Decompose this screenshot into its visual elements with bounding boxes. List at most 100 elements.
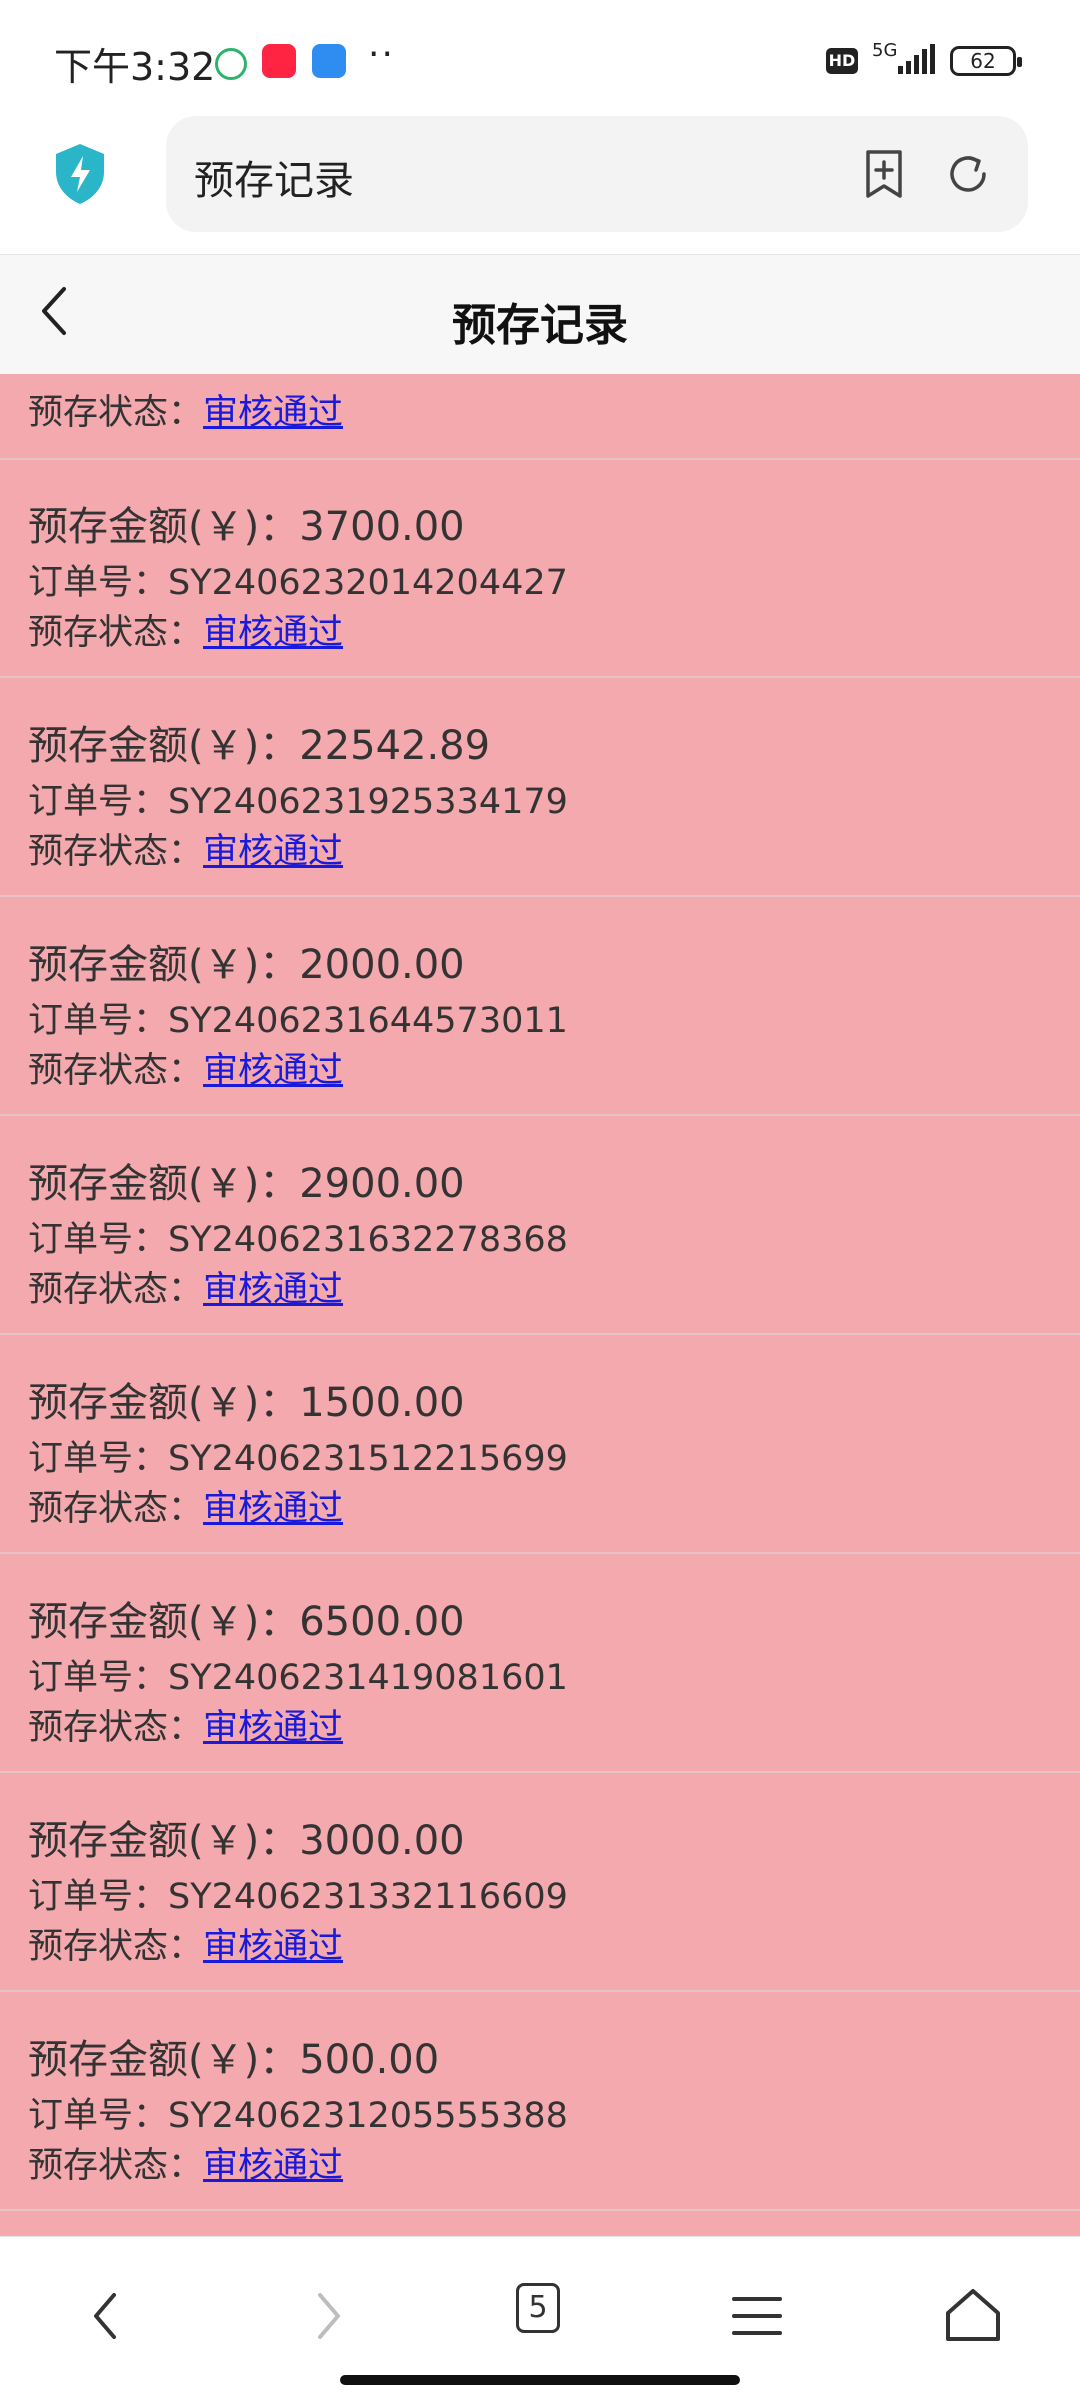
amount-value: 2000.00 [299, 942, 465, 988]
order-label: 订单号： [28, 1658, 169, 1698]
status-link[interactable]: 审核通过 [203, 1927, 343, 1967]
status-row: 预存状态：审核通过 [28, 1042, 343, 1093]
status-row: 预存状态：审核通过 [28, 823, 343, 874]
list-item: 预存金额(￥)：6500.00 订单号：SY2406231419081601 预存状… [0, 1555, 1080, 1773]
bookmark-add-icon[interactable] [858, 148, 910, 200]
tabs-button[interactable]: 5 [516, 2283, 560, 2333]
status-label: 预存状态： [28, 2146, 204, 2186]
signal-icon [898, 44, 935, 74]
order-label: 订单号： [28, 1220, 169, 1260]
status-link[interactable]: 审核通过 [203, 1708, 343, 1748]
list-item: 预存状态：审核通过 [0, 374, 1080, 460]
amount-value: 6500.00 [299, 1599, 465, 1645]
order-row: 订单号：SY2406231205555388 [28, 2087, 568, 2138]
nfc-icon [312, 44, 346, 78]
order-number: SY2406231632278368 [168, 1220, 568, 1260]
amount-row: 预存金额(￥)：22542.89 [28, 713, 490, 771]
order-row: 订单号：SY2406231632278368 [28, 1211, 568, 1262]
amount-label: 预存金额(￥)： [28, 1161, 300, 1207]
status-row: 预存状态：审核通过 [28, 2137, 343, 2188]
order-label: 订单号： [28, 1439, 169, 1479]
status-label: 预存状态： [28, 832, 204, 872]
order-number: SY2406231205555388 [168, 2096, 568, 2136]
back-icon[interactable] [72, 2281, 142, 2351]
address-text[interactable]: 预存记录 [194, 148, 354, 206]
menu-icon[interactable] [722, 2281, 792, 2351]
status-label: 预存状态： [28, 1051, 204, 1091]
status-link[interactable]: 审核通过 [203, 832, 343, 872]
status-label: 预存状态： [28, 1489, 204, 1529]
amount-value: 1500.00 [299, 1380, 465, 1426]
amount-label: 预存金额(￥)： [28, 942, 300, 988]
status-bar: 下午3:32 ·· HD 5G 62 [0, 0, 1080, 110]
browser-bottom-nav: 5 [0, 2236, 1080, 2401]
order-row: 订单号：SY2406231644573011 [28, 992, 568, 1043]
status-row: 预存状态：审核通过 [28, 1699, 343, 1750]
app-notification-icon [262, 44, 296, 78]
amount-row: 预存金额(￥)：2900.00 [28, 1151, 465, 1209]
amount-label: 预存金额(￥)： [28, 1599, 300, 1645]
status-link[interactable]: 审核通过 [203, 1489, 343, 1529]
amount-value: 22542.89 [299, 723, 491, 769]
order-row: 订单号：SY2406232014204427 [28, 554, 568, 605]
order-label: 订单号： [28, 1877, 169, 1917]
status-label: 预存状态： [28, 613, 204, 653]
amount-label: 预存金额(￥)： [28, 1818, 300, 1864]
list-item: 预存金额(￥)：22542.89 订单号：SY2406231925334179 预存… [0, 679, 1080, 897]
order-row: 订单号：SY2406231512215699 [28, 1430, 568, 1481]
status-label: 预存状态： [28, 393, 204, 433]
status-time: 下午3:32 [54, 45, 216, 89]
list-item: 预存金额(￥)：500.00 订单号：SY2406231205555388 预存状态… [0, 1993, 1080, 2211]
amount-label: 预存金额(￥)： [28, 1380, 300, 1426]
status-label: 预存状态： [28, 1927, 204, 1967]
status-row: 预存状态：审核通过 [28, 1918, 343, 1969]
shield-icon[interactable] [52, 142, 108, 206]
amount-label: 预存金额(￥)： [28, 2037, 300, 2083]
deposit-record-list[interactable]: 预存状态：审核通过 预存金额(￥)：3700.00 订单号：SY240623201… [0, 374, 1080, 2236]
amount-value: 2900.00 [299, 1161, 465, 1207]
list-item: 预存金额(￥)：3000.00 订单号：SY2406231332116609 预存状… [0, 1774, 1080, 1992]
forward-icon[interactable] [292, 2281, 362, 2351]
amount-value: 3000.00 [299, 1818, 465, 1864]
order-number: SY2406231925334179 [168, 782, 568, 822]
page-title: 预存记录 [452, 300, 628, 351]
order-row: 订单号：SY2406231925334179 [28, 773, 568, 824]
order-number: SY2406232014204427 [168, 563, 568, 603]
battery-indicator: 62 [950, 46, 1022, 76]
status-link[interactable]: 审核通过 [203, 1051, 343, 1091]
list-item: 预存金额(￥)：1500.00 订单号：SY2406231512215699 预存状… [0, 1336, 1080, 1554]
app-notification-icon [215, 48, 247, 80]
list-item: 预存金额(￥)：2900.00 订单号：SY2406231632278368 预存状… [0, 1117, 1080, 1335]
list-item: 预存金额(￥)：3700.00 订单号：SY2406232014204427 预存状… [0, 460, 1080, 678]
status-link[interactable]: 审核通过 [203, 613, 343, 653]
order-number: SY2406231332116609 [168, 1877, 568, 1917]
amount-row: 预存金额(￥)：3000.00 [28, 1808, 465, 1866]
order-label: 订单号： [28, 2096, 169, 2136]
status-row: 预存状态：审核通过 [28, 384, 343, 435]
status-row: 预存状态：审核通过 [28, 1480, 343, 1531]
amount-label: 预存金额(￥)： [28, 723, 300, 769]
amount-row: 预存金额(￥)：3700.00 [28, 494, 465, 552]
status-link[interactable]: 审核通过 [203, 1270, 343, 1310]
status-label: 预存状态： [28, 1708, 204, 1748]
order-label: 订单号： [28, 782, 169, 822]
more-notifications-icon: ·· [368, 34, 395, 75]
browser-toolbar: 预存记录 [0, 110, 1080, 252]
address-bar[interactable]: 预存记录 [166, 116, 1028, 232]
order-number: SY2406231419081601 [168, 1658, 568, 1698]
status-row: 预存状态：审核通过 [28, 1261, 343, 1312]
amount-label: 预存金额(￥)： [28, 504, 300, 550]
order-row: 订单号：SY2406231419081601 [28, 1649, 568, 1700]
reload-icon[interactable] [942, 148, 994, 200]
home-indicator[interactable] [340, 2375, 740, 2385]
amount-row: 预存金额(￥)：2000.00 [28, 932, 465, 990]
order-number: SY2406231644573011 [168, 1001, 568, 1041]
list-item: 预存金额(￥)：2000.00 订单号：SY2406231644573011 预存状… [0, 898, 1080, 1116]
amount-value: 3700.00 [299, 504, 465, 550]
amount-value: 500.00 [299, 2037, 440, 2083]
amount-row: 预存金额(￥)：6500.00 [28, 1589, 465, 1647]
amount-row: 预存金额(￥)：1500.00 [28, 1370, 465, 1428]
status-link[interactable]: 审核通过 [203, 393, 343, 433]
status-link[interactable]: 审核通过 [203, 2146, 343, 2186]
home-icon[interactable] [938, 2281, 1008, 2351]
